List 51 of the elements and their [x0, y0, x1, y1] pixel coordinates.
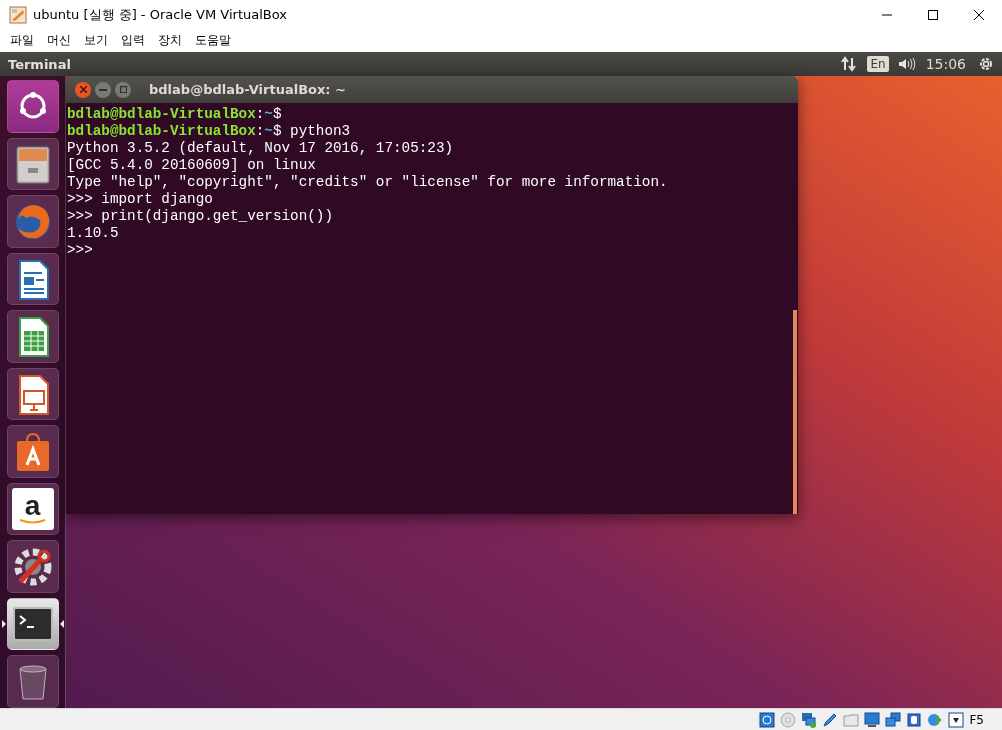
window-maximize-button[interactable]: [115, 81, 131, 98]
terminal-output-line: >>> import django: [67, 191, 214, 208]
dash-button[interactable]: [6, 80, 59, 133]
terminal-title: bdlab@bdlab-VirtualBox: ~: [149, 82, 346, 97]
maximize-icon: [927, 9, 939, 21]
launcher-item[interactable]: [6, 540, 59, 593]
scrollbar-thumb[interactable]: [793, 310, 797, 514]
terminal-output-line: 1.10.5: [67, 225, 120, 242]
virtualbox-icon: [9, 6, 27, 24]
launcher-item[interactable]: [6, 310, 59, 363]
volume-icon: [897, 57, 916, 71]
menu-item[interactable]: 장치: [152, 30, 189, 52]
minimize-icon: [99, 88, 107, 91]
launcher-item[interactable]: [6, 252, 59, 306]
launcher-item[interactable]: [6, 425, 59, 478]
terminal-output-line: >>> print(django.get_version()): [67, 208, 334, 225]
monitor-icon[interactable]: [864, 711, 881, 728]
menu-item[interactable]: 파일: [4, 30, 41, 52]
menu-item[interactable]: 도움말: [189, 30, 238, 52]
launcher-item[interactable]: [6, 137, 59, 191]
close-icon: [79, 86, 87, 93]
window-minimize-button[interactable]: [95, 81, 111, 98]
maximize-icon: [119, 86, 127, 93]
keyboard-layout-indicator[interactable]: En: [867, 56, 889, 72]
launcher-item[interactable]: [6, 655, 59, 708]
windows-stack-icon[interactable]: [885, 711, 902, 728]
window-title: ubuntu [실행 중] - Oracle VM VirtualBox: [33, 6, 288, 24]
host-key-label: F5: [969, 712, 984, 727]
terminal-output-line: [GCC 5.4.0 20160609] on linux: [67, 157, 317, 174]
menu-item[interactable]: 머신: [41, 30, 78, 52]
app-name: Terminal: [8, 56, 72, 72]
pen-icon[interactable]: [822, 711, 839, 728]
menu-item[interactable]: 입력: [115, 30, 152, 52]
window-close-button[interactable]: [75, 81, 91, 98]
menu-item[interactable]: 보기: [78, 30, 115, 52]
launcher-item[interactable]: a: [6, 482, 59, 536]
active-indicator-icon: [1, 620, 6, 629]
amazon-logo: a: [11, 488, 54, 531]
chip-icon[interactable]: [906, 711, 923, 728]
terminal-output-line: Python 3.5.2 (default, Nov 17 2016, 17:05:23): [67, 140, 455, 157]
terminal-output-line: >>>: [67, 242, 94, 259]
active-indicator-icon: [59, 620, 64, 629]
network-arrows-icon: [841, 56, 858, 72]
terminal-prompt-line: bdlab@bdlab-VirtualBox:~$ python3: [67, 123, 352, 140]
terminal-output-line: Type "help", "copyright", "credits" or "license" for more information.: [67, 174, 669, 191]
network-icon[interactable]: [801, 711, 818, 728]
gear-icon: [978, 56, 994, 72]
close-icon: [973, 9, 985, 21]
terminal-prompt-line: bdlab@bdlab-VirtualBox:~$: [67, 106, 283, 123]
clock[interactable]: 15:06: [925, 56, 966, 72]
launcher-item[interactable]: [6, 367, 59, 421]
